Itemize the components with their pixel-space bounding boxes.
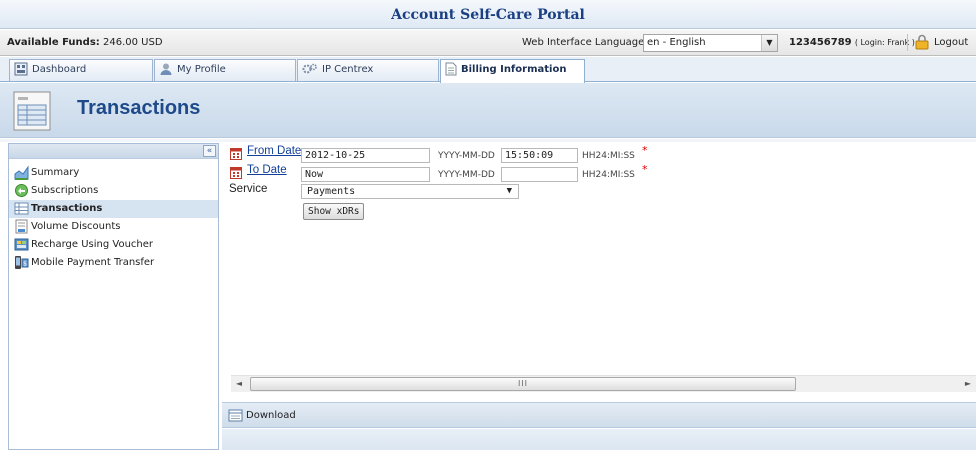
left-sidebar: « Summary Subscriptions Transactions Vol… bbox=[8, 143, 219, 450]
tab-dashboard[interactable]: Dashboard bbox=[9, 59, 153, 81]
show-xdrs-button[interactable]: Show xDRs bbox=[303, 203, 365, 220]
account-info: 123456789 ( Login: Frank ) bbox=[789, 37, 915, 48]
from-date-link[interactable]: From Date bbox=[247, 145, 301, 157]
sidebar-item-summary[interactable]: Summary bbox=[9, 164, 218, 182]
portal-title: Account Self-Care Portal bbox=[391, 7, 585, 23]
mobile-payment-icon: $ bbox=[15, 256, 29, 269]
tab-label: IP Centrex bbox=[322, 64, 374, 75]
calendar-icon[interactable] bbox=[230, 167, 242, 179]
available-funds: Available Funds: 246.00 USD bbox=[7, 37, 163, 48]
language-label: Web Interface Language: bbox=[522, 37, 648, 48]
collapse-sidebar-button[interactable]: « bbox=[203, 145, 216, 157]
required-mark: * bbox=[642, 163, 648, 176]
scrollbar-thumb[interactable]: III bbox=[250, 377, 796, 391]
to-time-format: HH24:MI:SS bbox=[582, 170, 635, 180]
transactions-icon bbox=[14, 202, 29, 215]
chevron-down-icon[interactable]: ▼ bbox=[761, 35, 777, 51]
sidebar-item-recharge-using-voucher[interactable]: Recharge Using Voucher bbox=[9, 236, 218, 254]
calendar-icon[interactable] bbox=[230, 148, 242, 160]
sidebar-item-volume-discounts[interactable]: Volume Discounts bbox=[9, 218, 218, 236]
sidebar-item-label: Subscriptions bbox=[31, 185, 99, 196]
sidebar-item-label: Transactions bbox=[31, 203, 103, 214]
sidebar-item-label: Summary bbox=[31, 167, 80, 178]
document-icon bbox=[445, 62, 457, 76]
subscriptions-icon bbox=[15, 184, 28, 197]
language-value: en - English bbox=[647, 37, 706, 48]
lock-icon[interactable] bbox=[914, 34, 930, 50]
tab-billing-information[interactable]: Billing Information bbox=[440, 59, 585, 83]
discount-icon bbox=[15, 219, 28, 234]
service-value: Payments bbox=[307, 186, 356, 197]
voucher-icon bbox=[14, 238, 29, 251]
chevron-down-icon[interactable]: ▼ bbox=[507, 185, 512, 198]
sidebar-item-label: Recharge Using Voucher bbox=[31, 239, 154, 250]
svg-text:$: $ bbox=[23, 261, 27, 268]
language-select[interactable]: en - English ▼ bbox=[643, 34, 778, 52]
page-header: Transactions bbox=[0, 83, 976, 138]
tab-my-profile[interactable]: My Profile bbox=[154, 59, 296, 81]
divider bbox=[0, 139, 976, 142]
from-date-format: YYYY-MM-DD bbox=[438, 151, 495, 161]
service-label: Service bbox=[229, 183, 268, 195]
tab-label: My Profile bbox=[177, 64, 226, 75]
from-time-format: HH24:MI:SS bbox=[582, 151, 635, 161]
service-select[interactable]: Payments ▼ bbox=[301, 184, 519, 199]
account-id: 123456789 bbox=[789, 37, 852, 48]
scroll-right-icon[interactable]: ► bbox=[960, 376, 976, 392]
to-time-input[interactable] bbox=[501, 167, 578, 182]
logout-link[interactable]: Logout bbox=[934, 37, 968, 48]
account-info-bar: Available Funds: 246.00 USD Web Interfac… bbox=[0, 30, 976, 56]
sidebar-item-label: Mobile Payment Transfer bbox=[31, 257, 155, 268]
gear-icon bbox=[302, 63, 317, 74]
sidebar-item-label: Volume Discounts bbox=[31, 221, 121, 232]
horizontal-scrollbar[interactable]: ◄ III ► bbox=[231, 375, 976, 392]
tab-label: Billing Information bbox=[461, 64, 567, 75]
download-button[interactable]: Download bbox=[246, 410, 296, 421]
download-icon[interactable] bbox=[228, 408, 243, 423]
login-text: ( Login: Frank ) bbox=[854, 38, 915, 47]
divider bbox=[907, 34, 908, 51]
main-tabs: Dashboard My Profile IP Centrex Billing … bbox=[0, 57, 976, 83]
to-date-input[interactable]: Now bbox=[301, 167, 430, 182]
sidebar-item-mobile-payment-transfer[interactable]: $ Mobile Payment Transfer bbox=[9, 254, 218, 272]
sidebar-header: « bbox=[9, 144, 218, 159]
chart-icon bbox=[14, 165, 29, 180]
footer-bar bbox=[222, 429, 976, 450]
portal-title-bar: Account Self-Care Portal bbox=[0, 0, 976, 29]
from-date-input[interactable]: 2012-10-25 bbox=[301, 148, 430, 163]
sidebar-item-subscriptions[interactable]: Subscriptions bbox=[9, 182, 218, 200]
main-content: From Date 2012-10-25 YYYY-MM-DD 15:50:09… bbox=[222, 143, 976, 450]
user-icon bbox=[160, 63, 172, 75]
transactions-icon bbox=[13, 91, 51, 131]
to-date-link[interactable]: To Date bbox=[247, 164, 287, 176]
from-time-input[interactable]: 15:50:09 bbox=[501, 148, 578, 163]
to-date-format: YYYY-MM-DD bbox=[438, 170, 495, 180]
page-title: Transactions bbox=[77, 97, 201, 119]
required-mark: * bbox=[642, 144, 648, 157]
funds-value: 246.00 USD bbox=[102, 37, 163, 48]
dashboard-icon bbox=[14, 62, 28, 76]
tab-ip-centrex[interactable]: IP Centrex bbox=[297, 59, 439, 81]
tab-label: Dashboard bbox=[32, 64, 87, 75]
sidebar-item-transactions[interactable]: Transactions bbox=[9, 200, 218, 218]
bottom-toolbar: Download bbox=[222, 402, 976, 428]
funds-label: Available Funds: bbox=[7, 37, 100, 48]
scroll-left-icon[interactable]: ◄ bbox=[231, 376, 247, 392]
